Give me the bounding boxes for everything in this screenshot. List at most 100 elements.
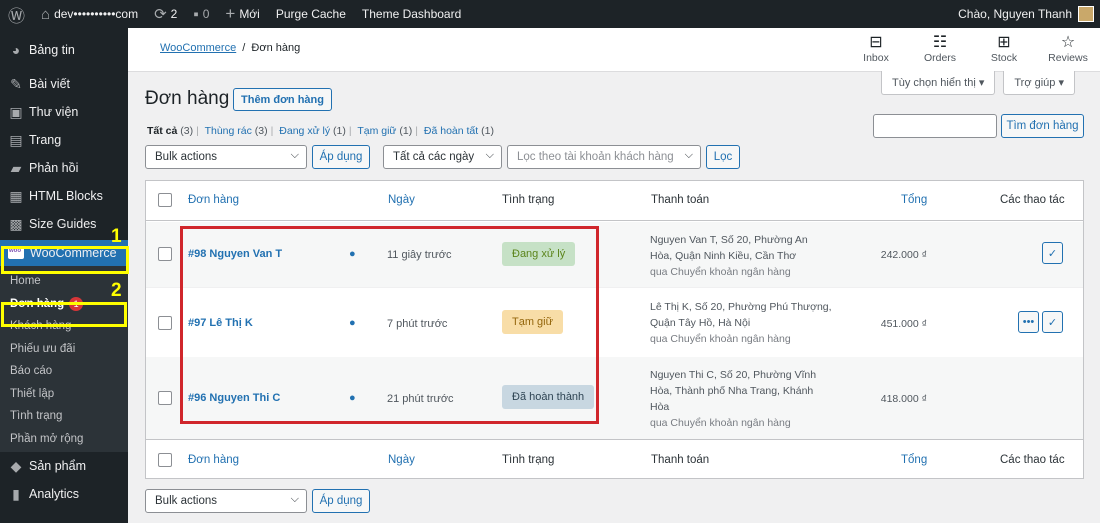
complete-action-button[interactable]: ✓ (1042, 242, 1063, 264)
filter-button[interactable]: Lọc (706, 145, 740, 169)
search-input[interactable] (873, 114, 997, 138)
order-link[interactable]: #97 Lê Thị K (188, 317, 253, 329)
sidebar-item-comments[interactable]: ▰ Phản hồi (0, 154, 128, 182)
preview-eye-icon[interactable]: ● (349, 317, 356, 329)
preview-eye-icon[interactable]: ● (349, 248, 356, 260)
purge-cache-link[interactable]: Purge Cache (268, 0, 354, 28)
select-all-checkbox-footer[interactable] (158, 453, 172, 467)
column-total[interactable]: Tổng (901, 194, 927, 206)
row-checkbox[interactable] (158, 391, 172, 405)
submenu-orders[interactable]: Đơn hàng 1 (0, 293, 128, 316)
orders-icon: ☷ (932, 34, 948, 51)
table-row[interactable]: #97 Lê Thị K ● 7 phút trước Tạm giữ Lê T… (146, 287, 1083, 357)
woocommerce-submenu: Home Đơn hàng 1 Khách hàng Phiếu ưu đãi B… (0, 266, 128, 452)
order-date: 21 phút trước (387, 393, 454, 405)
activity-panel: ⊟ Inbox ☷ Orders ⊞ Stock ☆ Reviews (844, 32, 1100, 64)
site-name-link[interactable]: ⌂ dev••••••••••com (33, 0, 146, 28)
my-account[interactable]: Chào, Nguyen Thanh (958, 0, 1094, 28)
row-checkbox[interactable] (158, 316, 172, 330)
status-filters: Tất cả (3) | Thùng rác (3) | Đang xử lý (1… (147, 125, 494, 137)
woocommerce-header: WooCommerce / Đơn hàng ⊟ Inbox ☷ Orders ⊞ S… (128, 28, 1100, 72)
submenu-customers[interactable]: Khách hàng (0, 315, 128, 338)
bulk-actions-select-top[interactable]: Bulk actions ⌵ (145, 145, 307, 169)
add-order-button[interactable]: Thêm đơn hàng (233, 88, 332, 111)
orders-button[interactable]: ☷ Orders (908, 32, 972, 64)
order-date: 7 phút trước (387, 318, 448, 330)
star-icon: ☆ (1060, 34, 1076, 51)
inbox-button[interactable]: ⊟ Inbox (844, 32, 908, 64)
row-checkbox[interactable] (158, 247, 172, 261)
sidebar-item-size-guides[interactable]: ▩ Size Guides (0, 210, 128, 238)
preview-eye-icon[interactable]: ● (349, 392, 356, 404)
stock-button[interactable]: ⊞ Stock (972, 32, 1036, 64)
filter-on-hold[interactable]: Tạm giữ (1) (357, 125, 412, 137)
screen-meta-links: Tùy chọn hiển thị ▾ Trợ giúp ▾ (873, 71, 1075, 95)
column-billing: Thanh toán (651, 194, 710, 206)
column-order-footer[interactable]: Đơn hàng (188, 454, 239, 466)
sidebar-item-html-blocks[interactable]: ▦ HTML Blocks (0, 182, 128, 210)
order-link[interactable]: #98 Nguyen Van T (188, 248, 282, 260)
submenu-reports[interactable]: Báo cáo (0, 360, 128, 383)
apply-button-bottom[interactable]: Áp dụng (312, 489, 370, 513)
breadcrumb: WooCommerce / Đơn hàng (160, 42, 301, 54)
processing-action-button[interactable]: ••• (1018, 311, 1039, 333)
refresh-icon: ⟳ (154, 6, 167, 23)
table-row[interactable]: #98 Nguyen Van T ● 11 giây trước Đang xử… (146, 222, 1083, 287)
sidebar-item-pages[interactable]: ▤ Trang (0, 126, 128, 154)
check-icon: ✓ (1047, 316, 1058, 329)
comments-link[interactable]: ▪ 0 (185, 0, 217, 28)
dashboard-icon: ◕ (11, 42, 21, 58)
column-order[interactable]: Đơn hàng (188, 194, 239, 206)
submenu-settings[interactable]: Thiết lập (0, 383, 128, 406)
search-orders-button[interactable]: Tìm đơn hàng (1001, 114, 1084, 138)
sidebar-item-analytics[interactable]: ▮ Analytics (0, 480, 128, 508)
column-actions-footer: Các thao tác (1000, 454, 1065, 466)
column-total-footer[interactable]: Tổng (901, 454, 927, 466)
billing-address: Nguyen Thi C, Số 20, Phường Vĩnh Hòa, Th… (650, 369, 817, 429)
filter-completed[interactable]: Đã hoàn tất (1) (424, 125, 494, 137)
chevron-down-icon: ⌵ (684, 149, 693, 161)
customer-filter-select[interactable]: Lọc theo tài khoản khách hàng ⌵ (507, 145, 701, 169)
submenu-coupons[interactable]: Phiếu ưu đãi (0, 338, 128, 361)
comment-icon: ▪ (193, 5, 199, 23)
submenu-extensions[interactable]: Phần mở rộng (0, 428, 128, 451)
column-date[interactable]: Ngày (388, 194, 415, 206)
theme-dashboard-link[interactable]: Theme Dashboard (354, 0, 469, 28)
select-all-checkbox[interactable] (158, 193, 172, 207)
column-actions: Các thao tác (1000, 194, 1065, 206)
submenu-home[interactable]: Home (0, 270, 128, 293)
apply-button-top[interactable]: Áp dụng (312, 145, 370, 169)
help-button[interactable]: Trợ giúp ▾ (1003, 71, 1075, 95)
page-title: Đơn hàng (145, 88, 230, 109)
sidebar-item-dashboard[interactable]: ◕ Bảng tin (0, 36, 128, 64)
sidebar-item-woocommerce[interactable]: WooCommerce (0, 240, 128, 266)
date-filter-select[interactable]: Tất cả các ngày ⌵ (383, 145, 502, 169)
order-link[interactable]: #96 Nguyen Thi C (188, 392, 280, 404)
wordpress-logo-icon[interactable]: Ⓦ (0, 0, 33, 28)
annotation-number-2: 2 (111, 280, 122, 301)
new-content-link[interactable]: + Mới (217, 0, 267, 28)
avatar (1078, 6, 1094, 22)
column-status: Tình trạng (502, 194, 555, 206)
stock-icon: ⊞ (997, 34, 1011, 51)
sidebar-item-media[interactable]: ▣ Thư viện (0, 98, 128, 126)
reviews-button[interactable]: ☆ Reviews (1036, 32, 1100, 64)
admin-sidebar: ◕ Bảng tin ✎ Bài viết ▣ Thư viện ▤ Trang ▰ Ph… (0, 28, 128, 523)
screen-options-button[interactable]: Tùy chọn hiển thị ▾ (881, 71, 996, 95)
sidebar-item-products[interactable]: ◆ Sản phẩm (0, 452, 128, 480)
submenu-status[interactable]: Tình trạng (0, 405, 128, 428)
sidebar-item-posts[interactable]: ✎ Bài viết (0, 70, 128, 98)
filter-processing[interactable]: Đang xử lý (1) (279, 125, 346, 137)
bulk-actions-select-bottom[interactable]: Bulk actions ⌵ (145, 489, 307, 513)
column-date-footer[interactable]: Ngày (388, 454, 415, 466)
filter-trash[interactable]: Thùng rác (3) (205, 125, 268, 137)
complete-action-button[interactable]: ✓ (1042, 311, 1063, 333)
blocks-icon: ▦ (9, 187, 23, 204)
updates-link[interactable]: ⟳ 2 (146, 0, 185, 28)
order-total: 242.000 ₫ (880, 249, 927, 261)
breadcrumb-woocommerce-link[interactable]: WooCommerce (160, 42, 236, 54)
pin-icon: ✎ (10, 75, 22, 92)
filter-all[interactable]: Tất cả (3) (147, 125, 193, 137)
chevron-down-icon: ⌵ (485, 149, 494, 161)
table-row[interactable]: #96 Nguyen Thi C ● 21 phút trước Đã hoàn… (146, 357, 1083, 439)
